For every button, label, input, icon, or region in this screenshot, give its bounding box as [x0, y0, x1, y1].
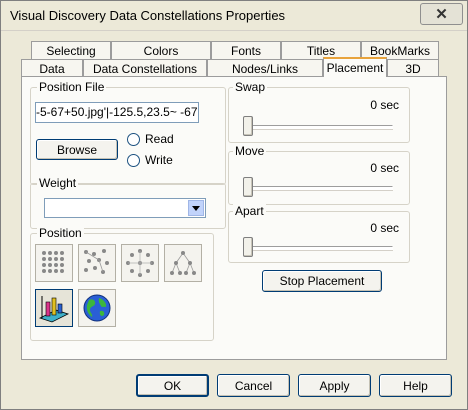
dialog-title: Visual Discovery Data Constellations Pro…	[10, 8, 286, 23]
tab-label: Data Constellations	[92, 61, 198, 76]
write-label: Write	[145, 153, 173, 167]
read-label: Read	[145, 132, 174, 146]
move-group: Move 0 sec	[228, 144, 410, 205]
position-file-group: Position File -5-67+50.jpg'|-125.5,23.5~…	[30, 80, 226, 185]
tab-data[interactable]: Data	[21, 59, 83, 77]
close-icon: ✕	[435, 6, 448, 23]
scatter-layout-button[interactable]	[78, 244, 116, 282]
read-radio[interactable]	[127, 133, 140, 146]
tab-selecting[interactable]: Selecting	[31, 41, 111, 59]
grid-layout-button[interactable]	[35, 244, 73, 282]
3d-chart-layout-button[interactable]	[35, 289, 73, 327]
tree-layout-icon	[170, 251, 196, 275]
tab-label: Fonts	[230, 43, 261, 58]
stop-placement-button[interactable]: Stop Placement	[262, 270, 382, 292]
weight-group: Weight	[30, 176, 226, 229]
browse-label: Browse	[56, 142, 97, 157]
tab-nodes-links[interactable]: Nodes/Links	[207, 59, 323, 77]
apart-slider-thumb[interactable]	[243, 237, 253, 257]
3d-chart-layout-icon	[38, 296, 70, 323]
help-label: Help	[403, 378, 428, 393]
tab-data-constellations[interactable]: Data Constellations	[83, 59, 207, 77]
circle-layout-button[interactable]	[121, 244, 159, 282]
weight-label: Weight	[37, 176, 79, 190]
apply-label: Apply	[319, 378, 350, 393]
tab-label: Nodes/Links	[231, 61, 299, 76]
chevron-down-icon[interactable]	[188, 200, 204, 216]
apart-label: Apart	[233, 204, 266, 218]
title-bar[interactable]: Visual Discovery Data Constellations Pro…	[1, 1, 467, 31]
apart-value: 0 sec	[370, 221, 399, 235]
apart-slider-track	[243, 246, 393, 250]
help-button[interactable]: Help	[379, 374, 452, 397]
browse-button[interactable]: Browse	[36, 139, 118, 160]
cancel-label: Cancel	[234, 378, 273, 393]
tab-label: BookMarks	[369, 43, 431, 58]
tab-label: Titles	[306, 43, 336, 58]
tab-colors[interactable]: Colors	[111, 41, 211, 59]
swap-group: Swap 0 sec	[228, 80, 410, 143]
properties-dialog: Visual Discovery Data Constellations Pro…	[0, 0, 468, 410]
cancel-button[interactable]: Cancel	[217, 374, 290, 397]
globe-layout-button[interactable]	[78, 289, 116, 327]
close-button[interactable]: ✕	[420, 3, 463, 25]
position-group: Position	[30, 226, 214, 341]
position-label: Position	[37, 226, 84, 240]
move-slider-thumb[interactable]	[243, 177, 253, 197]
scatter-layout-icon	[84, 249, 109, 274]
apply-button[interactable]: Apply	[298, 374, 371, 397]
stop-placement-label: Stop Placement	[279, 274, 365, 288]
weight-select[interactable]	[44, 198, 206, 218]
tab-label: 3D	[405, 61, 421, 76]
swap-value: 0 sec	[370, 98, 399, 112]
tab-label: Data	[39, 61, 65, 76]
position-file-input[interactable]: -5-67+50.jpg'|-125.5,23.5~ -67,50	[35, 102, 199, 123]
tab-fonts[interactable]: Fonts	[211, 41, 281, 59]
ok-label: OK	[163, 378, 182, 393]
position-file-label: Position File	[37, 80, 107, 94]
apart-group: Apart 0 sec	[228, 204, 410, 263]
tab-3d[interactable]: 3D	[387, 59, 439, 77]
swap-slider-thumb[interactable]	[243, 116, 253, 136]
move-slider-track	[243, 186, 393, 190]
position-file-value: -5-67+50.jpg'|-125.5,23.5~ -67,50	[36, 105, 199, 119]
placement-panel: Position File -5-67+50.jpg'|-125.5,23.5~…	[21, 76, 447, 360]
swap-label: Swap	[233, 80, 268, 94]
tab-label: Selecting	[46, 43, 96, 58]
move-label: Move	[233, 144, 267, 158]
circle-layout-icon	[126, 249, 154, 277]
move-value: 0 sec	[370, 161, 399, 175]
ok-button[interactable]: OK	[136, 374, 209, 397]
swap-slider-track	[243, 125, 393, 129]
tab-label: Colors	[143, 43, 179, 58]
grid-layout-icon	[42, 251, 64, 273]
tree-layout-button[interactable]	[164, 244, 202, 282]
tab-label: Placement	[326, 61, 384, 75]
tab-placement[interactable]: Placement	[323, 57, 387, 77]
write-radio[interactable]	[127, 154, 140, 167]
globe-layout-icon	[83, 294, 111, 322]
